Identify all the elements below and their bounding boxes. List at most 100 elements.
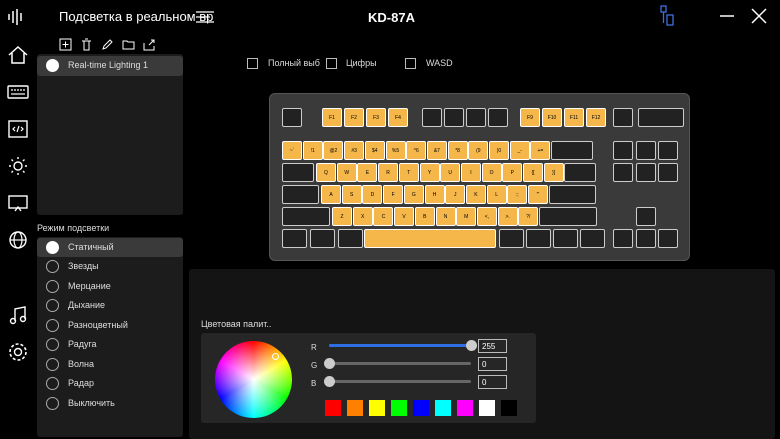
color-wheel[interactable]	[215, 341, 292, 418]
keyboard-key[interactable]: T	[398, 163, 419, 182]
color-swatch[interactable]	[435, 400, 451, 416]
keyboard-key[interactable]: B	[414, 207, 435, 226]
mode-item-off[interactable]: Выключить	[37, 394, 183, 413]
globe-icon[interactable]	[7, 229, 29, 251]
macro-code-icon[interactable]	[7, 118, 29, 140]
keyboard-key[interactable]	[282, 163, 314, 182]
b-slider-thumb[interactable]	[324, 376, 335, 387]
mode-item-breathing[interactable]: Дыхание	[37, 296, 183, 315]
keyboard-key[interactable]	[338, 229, 363, 248]
mode-item-stars[interactable]: Звезды	[37, 257, 183, 276]
keyboard-key[interactable]	[551, 141, 594, 160]
keyboard-key[interactable]	[613, 163, 633, 182]
keyboard-key[interactable]: Q	[316, 163, 336, 182]
r-slider[interactable]	[329, 340, 477, 351]
keyboard-key[interactable]: X	[352, 207, 373, 226]
keyboard-key[interactable]: O	[481, 163, 502, 182]
music-icon[interactable]	[7, 304, 29, 326]
keyboard-key[interactable]: F12	[586, 108, 606, 127]
keyboard-key[interactable]: P	[502, 163, 523, 182]
import-folder-icon[interactable]	[122, 38, 135, 51]
keyboard-key[interactable]: H	[424, 185, 445, 204]
menu-icon[interactable]	[196, 10, 214, 24]
home-icon[interactable]	[7, 44, 29, 66]
display-icon[interactable]	[7, 192, 29, 214]
mode-radio[interactable]	[46, 241, 59, 254]
keyboard-key[interactable]: ~`	[282, 141, 302, 160]
keyboard-key[interactable]: Z	[332, 207, 352, 226]
keyboard-key[interactable]: J	[445, 185, 466, 204]
keyboard-key[interactable]: C	[373, 207, 394, 226]
keyboard-key[interactable]: K	[465, 185, 486, 204]
keyboard-key[interactable]: F	[383, 185, 404, 204]
r-value-input[interactable]: 255	[478, 339, 507, 353]
keyboard-key[interactable]: }]	[543, 163, 564, 182]
keyboard-key[interactable]	[613, 229, 633, 248]
keyboard-key[interactable]	[613, 108, 633, 127]
keyboard-key[interactable]	[422, 108, 442, 127]
keyboard-key[interactable]: F9	[520, 108, 540, 127]
keyboard-key[interactable]	[658, 163, 678, 182]
keyboard-key[interactable]	[636, 229, 656, 248]
mode-radio[interactable]	[46, 338, 59, 351]
g-value-input[interactable]: 0	[478, 357, 507, 371]
keyboard-key[interactable]: !1	[302, 141, 323, 160]
keyboard-key[interactable]: @2	[323, 141, 344, 160]
mode-radio[interactable]	[46, 319, 59, 332]
mode-item-flicker[interactable]: Мерцание	[37, 277, 183, 296]
keyboard-key[interactable]	[638, 108, 684, 127]
keyboard-key[interactable]: F11	[564, 108, 584, 127]
realtime-lighting-icon[interactable]	[7, 267, 29, 289]
keyboard-key[interactable]	[466, 108, 486, 127]
keyboard-key[interactable]	[282, 229, 307, 248]
keyboard-key[interactable]: F2	[344, 108, 364, 127]
mode-item-radar[interactable]: Радар	[37, 374, 183, 393]
keyboard-key[interactable]: W	[336, 163, 357, 182]
mode-radio[interactable]	[46, 397, 59, 410]
profile-radio[interactable]	[46, 59, 59, 72]
keyboard-key[interactable]: (9	[468, 141, 489, 160]
mode-item-wave[interactable]: Волна	[37, 355, 183, 374]
keyboard-key[interactable]: E	[357, 163, 378, 182]
keyboard-key[interactable]	[636, 141, 656, 160]
keyboard-key[interactable]	[444, 108, 464, 127]
keyboard-key[interactable]	[613, 141, 633, 160]
keyboard-key[interactable]: F10	[542, 108, 562, 127]
keyboard-key[interactable]: +=	[530, 141, 551, 160]
color-swatch[interactable]	[501, 400, 517, 416]
keyboard-key[interactable]: #3	[344, 141, 365, 160]
g-slider[interactable]	[324, 358, 471, 369]
mode-item-multicolor[interactable]: Разноцветный	[37, 316, 183, 335]
keyboard-key[interactable]: I	[460, 163, 481, 182]
keyboard-key[interactable]	[488, 108, 508, 127]
keyboard-key[interactable]: &7	[426, 141, 447, 160]
settings-gear-icon[interactable]	[7, 341, 29, 363]
keyboard-key[interactable]: U	[440, 163, 461, 182]
r-slider-thumb[interactable]	[466, 340, 477, 351]
lighting-bulb-icon[interactable]	[7, 155, 29, 177]
export-icon[interactable]	[143, 38, 156, 51]
keyboard-key[interactable]: ^6	[406, 141, 427, 160]
keyboard-key[interactable]	[282, 185, 319, 204]
keyboard-key[interactable]: )0	[489, 141, 509, 160]
usb-connection-icon[interactable]	[659, 5, 675, 27]
keyboard-key[interactable]: F3	[366, 108, 386, 127]
keyboard-key[interactable]: M	[456, 207, 477, 226]
b-value-input[interactable]: 0	[478, 375, 507, 389]
mode-radio[interactable]	[46, 299, 59, 312]
keyboard-key[interactable]: ?/	[518, 207, 539, 226]
keyboard-key[interactable]: <,	[476, 207, 497, 226]
mode-item-static[interactable]: Статичный	[37, 238, 183, 257]
keyboard-key[interactable]	[282, 108, 302, 127]
keyboard-key[interactable]: {[	[523, 163, 543, 182]
keyboard-key[interactable]: F1	[322, 108, 342, 127]
keyboard-key[interactable]	[526, 229, 551, 248]
keyboard-key[interactable]: L	[486, 185, 507, 204]
wasd-checkbox[interactable]	[405, 58, 416, 69]
color-swatch[interactable]	[391, 400, 407, 416]
keyboard-key[interactable]	[658, 141, 678, 160]
add-profile-icon[interactable]	[59, 38, 72, 51]
keyboard-key[interactable]: S	[341, 185, 362, 204]
keyboard-key[interactable]: :;	[507, 185, 528, 204]
color-wheel-marker[interactable]	[272, 353, 279, 360]
